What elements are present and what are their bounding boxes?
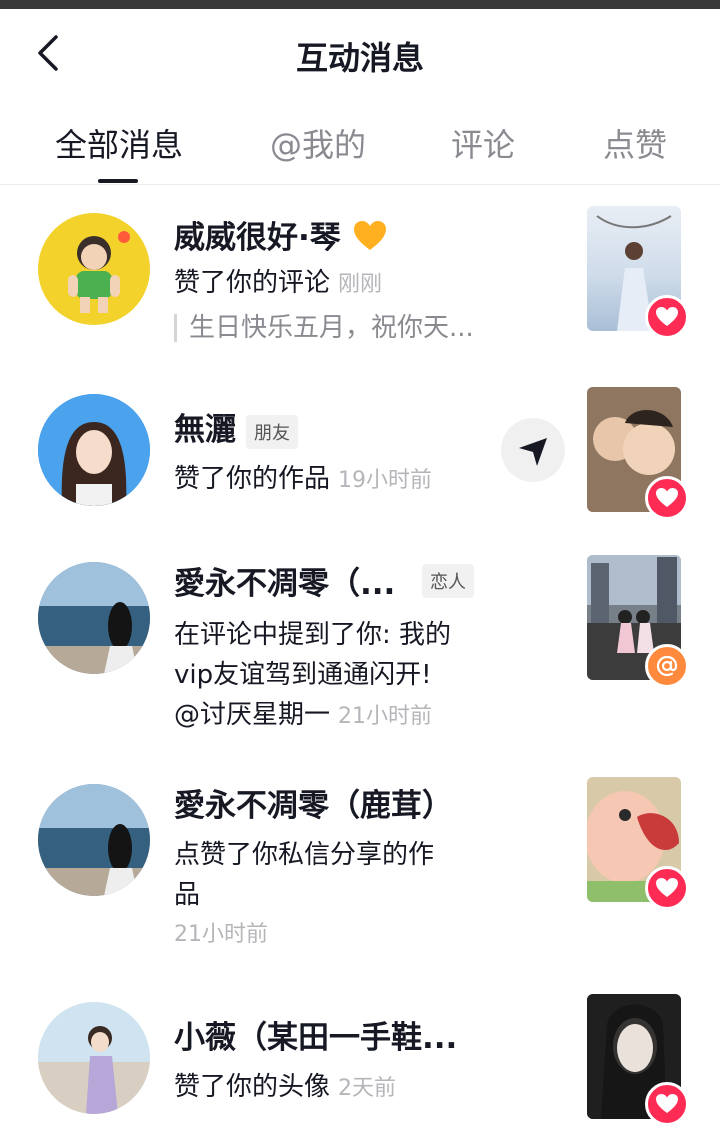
timestamp: 19小时前 bbox=[338, 468, 433, 493]
avatar-image bbox=[38, 562, 150, 674]
like-badge bbox=[645, 295, 689, 339]
timestamp: 刚刚 bbox=[338, 272, 383, 297]
heart-icon bbox=[656, 878, 678, 897]
tab-likes[interactable]: 点赞 bbox=[603, 120, 667, 166]
list-item[interactable]: 威威很好·琴 赞了你的评论 刚刚 生日快乐五月，祝你天... bbox=[0, 200, 720, 360]
timestamp-line: 21小时前 bbox=[174, 916, 268, 948]
user-name[interactable]: 愛永不凋零（... bbox=[174, 558, 395, 603]
tab-comments[interactable]: 评论 bbox=[451, 120, 515, 166]
list-item[interactable]: 愛永不凋零（鹿茸） 点赞了你私信分享的作 品 21小时前 bbox=[0, 774, 720, 964]
avatar[interactable] bbox=[38, 1002, 150, 1114]
user-name[interactable]: 愛永不凋零（鹿茸） bbox=[174, 780, 453, 825]
heart-icon bbox=[656, 307, 678, 326]
activity-text-line-2: vip友谊驾到通通闪开! bbox=[174, 660, 432, 690]
avatar-image bbox=[38, 1002, 150, 1114]
activity-text-line-1: 点赞了你私信分享的作 bbox=[174, 840, 435, 870]
activity-text: 赞了你的评论 刚刚 bbox=[174, 268, 383, 298]
page-title: 互动消息 bbox=[295, 39, 424, 77]
avatar[interactable] bbox=[38, 562, 150, 674]
heart-icon bbox=[656, 488, 678, 507]
like-badge bbox=[645, 476, 689, 520]
avatar[interactable] bbox=[38, 213, 150, 325]
activity-text: 赞了你的作品 19小时前 bbox=[174, 464, 433, 494]
like-badge bbox=[645, 1082, 689, 1126]
status-bar bbox=[0, 0, 720, 9]
list-item[interactable]: 愛永不凋零（... 恋人 在评论中提到了你: 我的 vip友谊驾到通通闪开! @… bbox=[0, 552, 720, 742]
relation-tag: 恋人 bbox=[422, 564, 474, 598]
relation-tag: 朋友 bbox=[246, 414, 298, 449]
tab-all-messages[interactable]: 全部消息 bbox=[55, 120, 183, 166]
avatar-image bbox=[68, 231, 130, 313]
avatar-image bbox=[38, 784, 150, 896]
active-tab-indicator bbox=[98, 179, 138, 183]
user-name[interactable]: 威威很好·琴 bbox=[174, 220, 341, 256]
user-name[interactable]: 無灑 bbox=[174, 412, 236, 448]
tab-bar: 全部消息 @我的 评论 点赞 bbox=[0, 100, 720, 185]
timestamp: 2天前 bbox=[338, 1076, 397, 1101]
activity-text: 赞了你的头像 2天前 bbox=[174, 1072, 397, 1102]
list-item[interactable]: 無灑 朋友 赞了你的作品 19小时前 bbox=[0, 382, 720, 532]
avatar[interactable] bbox=[38, 784, 150, 896]
yellow-heart-icon bbox=[353, 221, 386, 250]
activity-text-line-2: 品 bbox=[174, 880, 201, 910]
send-message-button[interactable] bbox=[501, 418, 565, 482]
timestamp: 21小时前 bbox=[174, 922, 268, 947]
timestamp: 21小时前 bbox=[338, 704, 433, 729]
like-badge bbox=[645, 866, 689, 910]
quoted-comment: 生日快乐五月，祝你天... bbox=[174, 314, 474, 342]
activity-text-line-3: @讨厌星期一 21小时前 bbox=[174, 700, 433, 730]
header: 互动消息 bbox=[0, 9, 720, 99]
send-icon bbox=[519, 438, 547, 466]
avatar[interactable] bbox=[38, 394, 150, 506]
activity-text-line-1: 在评论中提到了你: 我的 bbox=[174, 620, 452, 650]
heart-icon bbox=[656, 1094, 678, 1113]
user-name[interactable]: 小薇（某田一手鞋... bbox=[174, 1012, 457, 1057]
list-item[interactable]: 小薇（某田一手鞋... 赞了你的头像 2天前 bbox=[0, 994, 720, 1142]
avatar-image bbox=[38, 394, 150, 506]
at-sign-icon bbox=[656, 655, 678, 677]
tab-mentions[interactable]: @我的 bbox=[270, 120, 366, 166]
mention-badge bbox=[645, 644, 689, 688]
